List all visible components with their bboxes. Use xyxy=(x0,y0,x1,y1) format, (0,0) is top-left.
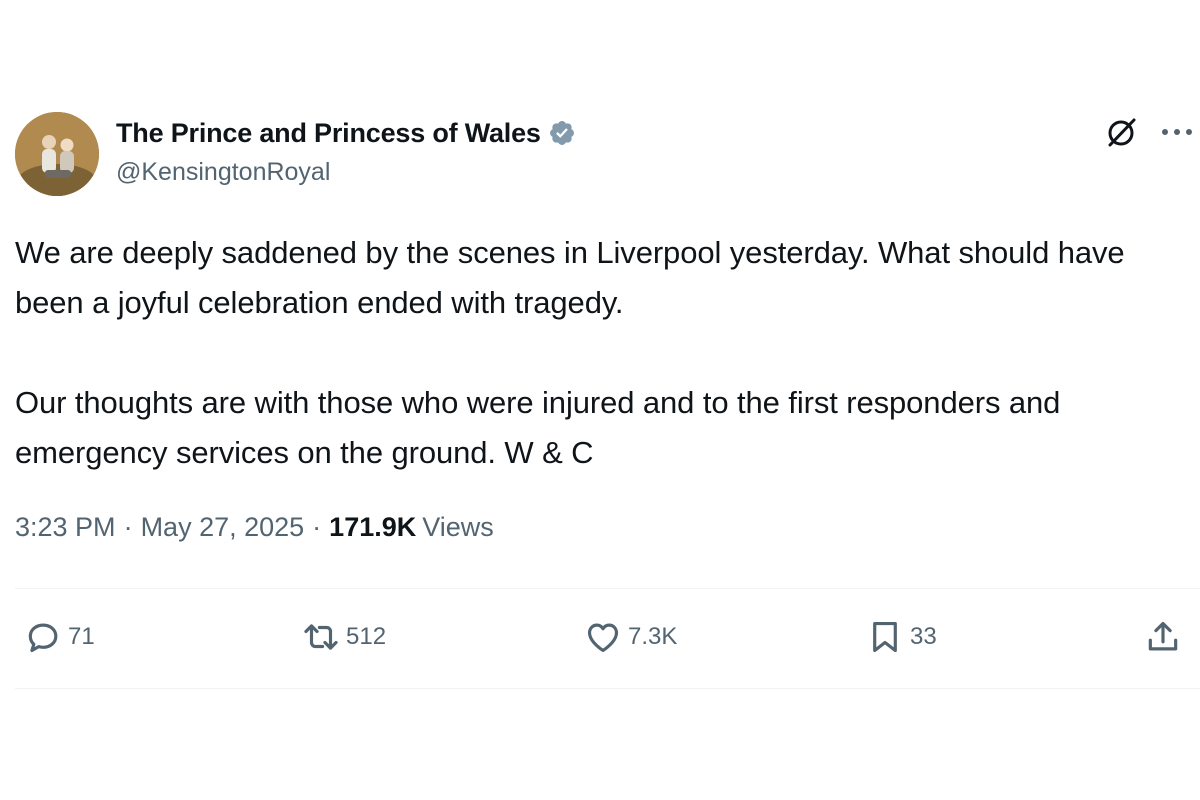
author-name-row: The Prince and Princess of Wales xyxy=(116,114,576,152)
heart-icon xyxy=(587,623,619,653)
bookmark-button[interactable]: 33 xyxy=(866,618,937,656)
tweet-time[interactable]: 3:23 PM xyxy=(15,512,116,543)
reply-icon xyxy=(28,623,58,653)
repost-count: 512 xyxy=(346,623,387,650)
share-button[interactable] xyxy=(1144,618,1182,656)
tweet-date[interactable]: May 27, 2025 xyxy=(141,512,305,543)
author-handle[interactable]: @KensingtonRoyal xyxy=(116,158,330,187)
divider xyxy=(15,588,1200,589)
views-count[interactable]: 171.9K xyxy=(329,512,416,543)
more-icon[interactable] xyxy=(1160,126,1194,138)
action-bar: 71 512 7.3K 33 xyxy=(0,600,1200,680)
meta-separator: · xyxy=(312,512,322,542)
bookmark-count: 33 xyxy=(910,623,937,650)
grok-icon[interactable] xyxy=(1104,114,1140,150)
like-button[interactable]: 7.3K xyxy=(584,618,677,656)
views-label: Views xyxy=(422,512,494,542)
tweet-card: The Prince and Princess of Wales @Kensin… xyxy=(0,0,1200,800)
tweet-meta: 3:23 PM · May 27, 2025 · 171.9K Views xyxy=(15,512,494,543)
avatar[interactable] xyxy=(15,112,99,196)
meta-separator: · xyxy=(123,512,133,542)
author-display-name[interactable]: The Prince and Princess of Wales xyxy=(116,118,541,149)
reply-button[interactable]: 71 xyxy=(24,618,95,656)
repost-icon xyxy=(304,624,338,650)
verified-badge-icon xyxy=(549,121,574,145)
reply-count: 71 xyxy=(68,623,95,650)
tweet-text: We are deeply saddened by the scenes in … xyxy=(15,235,1125,470)
divider xyxy=(15,688,1200,689)
share-icon xyxy=(1148,621,1178,651)
repost-button[interactable]: 512 xyxy=(302,618,386,656)
avatar-image xyxy=(15,112,99,196)
bookmark-icon xyxy=(873,621,897,653)
like-count: 7.3K xyxy=(628,623,678,650)
